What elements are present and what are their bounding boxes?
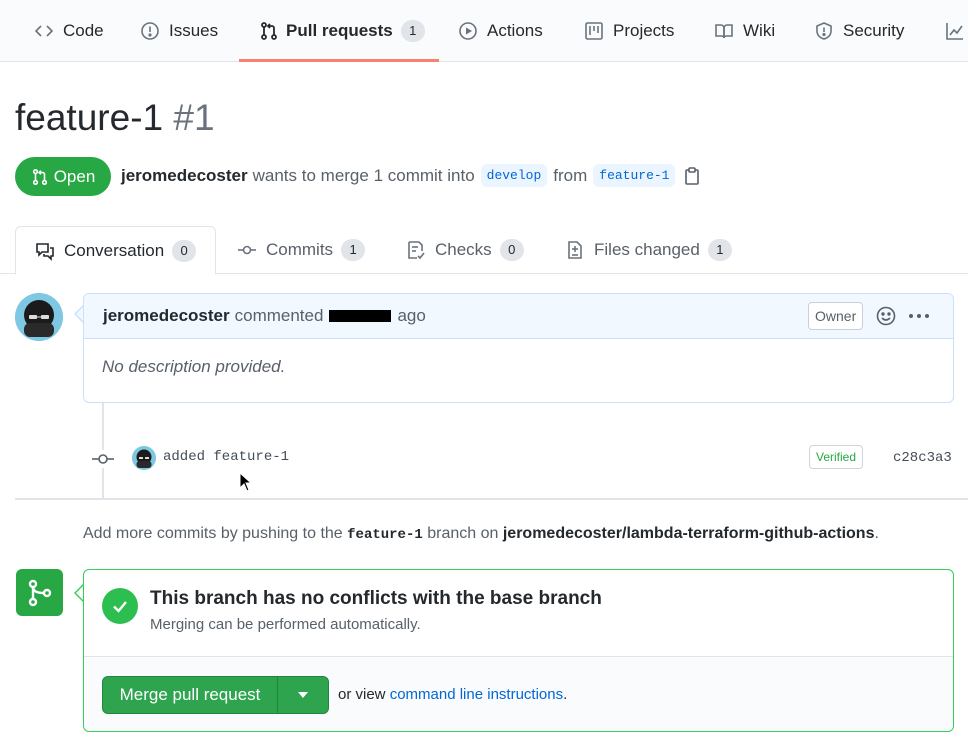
pull-requests-count: 1 xyxy=(400,20,425,42)
pr-merge-text: wants to merge 1 commit into xyxy=(252,165,475,185)
nav-issues[interactable]: Issues xyxy=(140,0,218,62)
push-hint-prefix: Add more commits by pushing to the xyxy=(83,525,343,542)
status-badge: Open xyxy=(15,157,111,196)
commit-avatar[interactable] xyxy=(132,446,156,470)
nav-issues-label: Issues xyxy=(169,21,219,40)
merge-footer: Merge pull request or view command line … xyxy=(84,657,953,731)
push-hint-middle: branch on xyxy=(427,525,499,542)
mouse-cursor-icon xyxy=(239,472,253,492)
page-title: feature-1 #1 xyxy=(15,97,215,139)
selected-tab-underline xyxy=(239,59,439,62)
or-view-text: or view xyxy=(338,686,386,703)
nav-pull-requests[interactable]: Pull requests 1 xyxy=(259,0,425,62)
project-icon xyxy=(584,21,604,41)
issue-icon xyxy=(140,21,160,41)
book-icon xyxy=(714,21,734,41)
or-view-suffix: . xyxy=(563,686,568,703)
diff-icon xyxy=(565,240,585,260)
tab-commits-count: 1 xyxy=(341,239,366,261)
push-hint-repo-link[interactable]: jeromedecoster/lambda-terraform-github-a… xyxy=(503,525,875,542)
kebab-horizontal-icon[interactable] xyxy=(907,306,931,326)
pr-number: #1 xyxy=(173,97,215,138)
tab-files-changed[interactable]: Files changed 1 xyxy=(565,226,732,274)
pull-request-icon xyxy=(259,21,279,41)
comment-card: jeromedecoster commented ago Owner No de… xyxy=(83,293,954,403)
redacted-timestamp xyxy=(329,310,392,322)
pr-author-link[interactable]: jeromedecoster xyxy=(121,166,248,186)
tab-files-changed-count: 1 xyxy=(707,239,732,261)
checklist-icon xyxy=(406,240,426,260)
avatar[interactable] xyxy=(15,293,63,341)
git-merge-icon xyxy=(16,569,63,616)
pull-request-icon xyxy=(31,168,49,186)
tab-commits[interactable]: Commits 1 xyxy=(237,226,366,274)
tab-conversation-label: Conversation xyxy=(64,240,165,260)
tab-conversation-count: 0 xyxy=(172,239,197,262)
status-badge-label: Open xyxy=(53,166,96,186)
merge-options-dropdown[interactable] xyxy=(277,676,329,714)
commit-message-link[interactable]: added feature-1 xyxy=(163,449,289,465)
graph-icon xyxy=(945,21,965,41)
nav-code[interactable]: Code xyxy=(34,0,104,62)
copy-icon[interactable] xyxy=(683,166,701,185)
push-hint-branch: feature-1 xyxy=(347,527,423,543)
code-icon xyxy=(34,21,54,41)
tab-checks-count: 0 xyxy=(499,239,524,261)
head-branch[interactable]: feature-1 xyxy=(593,164,676,187)
merge-pull-request-button[interactable]: Merge pull request xyxy=(102,676,278,714)
nav-projects[interactable]: Projects xyxy=(584,0,674,62)
push-hint-suffix: . xyxy=(874,525,879,542)
comment-discussion-icon xyxy=(35,241,55,261)
pr-from-text: from xyxy=(553,165,588,185)
nav-wiki[interactable]: Wiki xyxy=(714,0,775,62)
repo-nav: Code Issues Pull requests 1 Actions Proj… xyxy=(0,0,968,62)
merge-status-subtitle: Merging can be performed automatically. xyxy=(150,616,421,633)
comment-time-suffix: ago xyxy=(397,306,426,325)
command-line-instructions-link[interactable]: command line instructions xyxy=(390,686,563,703)
merge-panel: This branch has no conflicts with the ba… xyxy=(83,569,954,732)
tab-commits-label: Commits xyxy=(266,240,334,259)
merge-status-title: This branch has no conflicts with the ba… xyxy=(150,588,602,609)
commit-icon xyxy=(237,240,257,260)
check-icon xyxy=(102,588,138,624)
comment-header: jeromedecoster commented ago Owner xyxy=(84,294,953,339)
pr-title-text: feature-1 xyxy=(15,97,164,138)
shield-icon xyxy=(814,21,834,41)
commit-icon xyxy=(92,450,114,468)
play-icon xyxy=(458,21,478,41)
nav-insights[interactable] xyxy=(945,0,968,62)
nav-security-label: Security xyxy=(843,21,905,40)
commit-sha-link[interactable]: c28c3a3 xyxy=(893,450,952,466)
comment-action: commented xyxy=(234,306,324,325)
pr-meta: jeromedecoster wants to merge 1 commit i… xyxy=(121,164,701,187)
tab-conversation[interactable]: Conversation 0 xyxy=(15,226,216,275)
comment-body: No description provided. xyxy=(102,357,286,376)
tab-files-changed-label: Files changed xyxy=(594,240,700,259)
nav-wiki-label: Wiki xyxy=(743,21,776,40)
nav-security[interactable]: Security xyxy=(814,0,904,62)
verified-badge[interactable]: Verified xyxy=(809,445,864,469)
command-line-hint: or view command line instructions. xyxy=(338,686,567,703)
triangle-down-icon xyxy=(298,692,308,698)
nav-code-label: Code xyxy=(63,21,104,40)
owner-label: Owner xyxy=(808,302,864,330)
comment-author-link[interactable]: jeromedecoster xyxy=(103,306,230,326)
tab-checks-label: Checks xyxy=(435,240,492,259)
nav-pull-requests-label: Pull requests xyxy=(286,21,393,40)
nav-actions-label: Actions xyxy=(487,21,543,40)
tab-checks[interactable]: Checks 0 xyxy=(406,226,524,274)
nav-projects-label: Projects xyxy=(613,21,675,40)
push-hint: Add more commits by pushing to the featu… xyxy=(83,525,879,543)
smiley-icon[interactable] xyxy=(876,306,896,326)
pr-tabs: Conversation 0 Commits 1 Checks 0 Files … xyxy=(0,226,968,275)
nav-actions[interactable]: Actions xyxy=(458,0,543,62)
timeline-divider xyxy=(15,498,968,500)
base-branch[interactable]: develop xyxy=(480,164,548,187)
